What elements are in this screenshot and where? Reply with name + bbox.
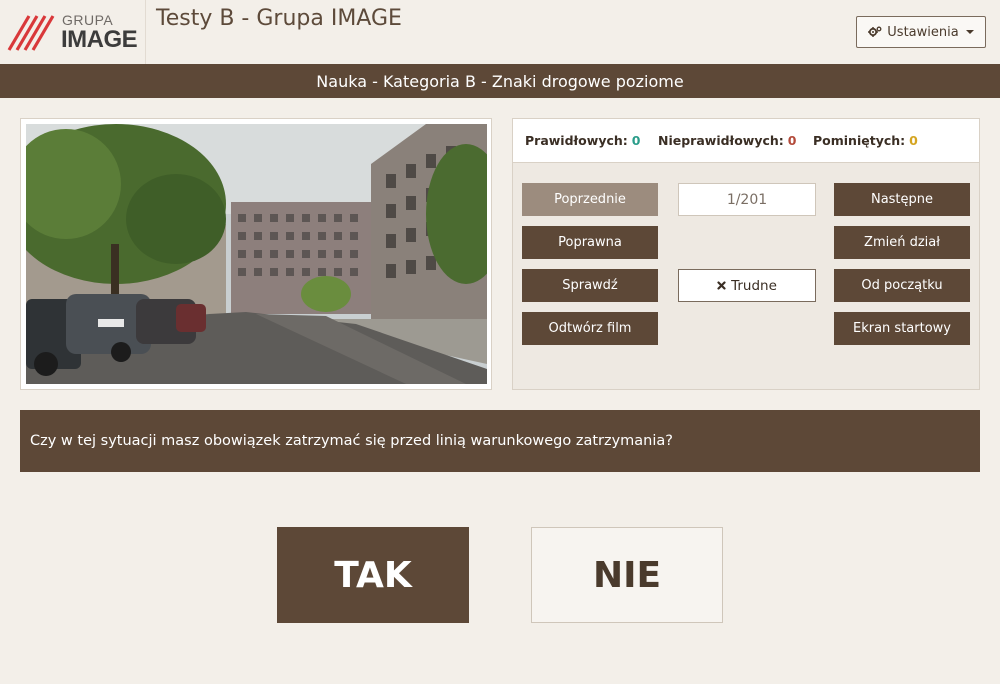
change-section-button[interactable]: Zmień dział — [834, 226, 970, 259]
answer-yes-button[interactable]: TAK — [277, 527, 469, 623]
stats-bar: Prawidłowych: 0 Nieprawidłowych: 0 Pomin… — [513, 119, 979, 163]
logo-stripes-icon — [7, 15, 55, 51]
app-title: Testy B - Grupa IMAGE — [156, 6, 402, 31]
stat-correct-value: 0 — [631, 133, 641, 148]
logo-text-big: IMAGE — [61, 26, 138, 53]
category-title-bar: Nauka - Kategoria B - Znaki drogowe pozi… — [0, 64, 1000, 98]
stat-skipped: Pominiętych: 0 — [813, 133, 918, 148]
next-button[interactable]: Następne — [834, 183, 970, 216]
header: GRUPA IMAGE Testy B - Grupa IMAGE Ustawi… — [0, 0, 1000, 64]
answer-no-button[interactable]: NIE — [531, 527, 723, 623]
stat-skipped-value: 0 — [909, 133, 918, 148]
check-button[interactable]: Sprawdź — [522, 269, 658, 302]
start-screen-button[interactable]: Ekran startowy — [834, 312, 970, 345]
caret-down-icon — [965, 30, 974, 34]
stat-wrong-label: Nieprawidłowych: — [658, 133, 784, 148]
settings-dropdown-button[interactable]: Ustawienia — [856, 16, 986, 48]
control-panel: Prawidłowych: 0 Nieprawidłowych: 0 Pomin… — [512, 118, 980, 390]
settings-label: Ustawienia — [887, 24, 959, 40]
video-frame — [20, 118, 492, 390]
question-counter: 1/201 — [678, 183, 816, 216]
gears-icon — [868, 26, 882, 37]
previous-button[interactable]: Poprzednie — [522, 183, 658, 216]
stat-skipped-label: Pominiętych: — [813, 133, 906, 148]
logo[interactable]: GRUPA IMAGE — [0, 0, 146, 64]
mark-hard-label: Trudne — [731, 277, 777, 294]
stat-correct: Prawidłowych: 0 — [525, 133, 640, 148]
stat-wrong: Nieprawidłowych: 0 — [658, 133, 796, 148]
from-start-button[interactable]: Od początku — [834, 269, 970, 302]
question-video[interactable] — [26, 124, 487, 384]
play-video-button[interactable]: Odtwórz film — [522, 312, 658, 345]
times-icon — [717, 281, 726, 290]
street-scene-image — [26, 124, 487, 384]
stat-wrong-value: 0 — [787, 133, 797, 148]
stat-correct-label: Prawidłowych: — [525, 133, 628, 148]
question-text: Czy w tej sytuacji masz obowiązek zatrzy… — [20, 410, 980, 472]
show-correct-button[interactable]: Poprawna — [522, 226, 658, 259]
mark-hard-button[interactable]: Trudne — [678, 269, 816, 302]
